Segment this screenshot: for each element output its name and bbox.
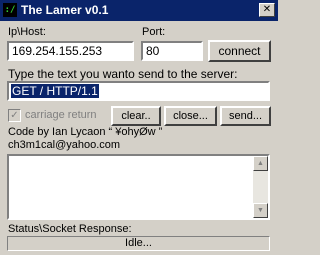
response-scrollbar[interactable]: ▲ ▼ <box>253 156 268 218</box>
close-icon[interactable]: ✕ <box>259 3 275 17</box>
window-titlebar[interactable]: :/ The Lamer v0.1 ✕ <box>0 0 278 21</box>
credits-line-2: ch3m1cal@yahoo.com <box>8 139 121 151</box>
send-prompt-label: Type the text you wanto send to the serv… <box>8 67 238 81</box>
port-field[interactable] <box>141 41 203 61</box>
status-bar: Idle... <box>7 236 270 251</box>
send-button[interactable]: send... <box>220 106 271 126</box>
port-label: Port: <box>142 26 166 38</box>
clear-button[interactable]: clear.. <box>111 106 161 126</box>
credits-line-1: Code by Ian Lycaon “ ¥ohyØw ” <box>8 126 163 138</box>
connect-button[interactable]: connect <box>208 40 271 62</box>
app-icon[interactable]: :/ <box>3 3 17 17</box>
send-text-value: GET / HTTP/1.1 <box>11 84 99 98</box>
carriage-return-label: carriage return <box>25 109 97 121</box>
status-text: Idle... <box>125 237 152 249</box>
close-button[interactable]: close... <box>164 106 217 126</box>
response-memo[interactable]: ▲ ▼ <box>7 154 270 220</box>
send-text-field[interactable]: GET / HTTP/1.1 <box>7 81 270 101</box>
check-icon[interactable]: ✓ <box>8 109 21 122</box>
host-field[interactable] <box>7 41 134 61</box>
scroll-down-icon[interactable]: ▼ <box>253 203 268 218</box>
response-label: Status\Socket Response: <box>8 223 132 235</box>
window-title: The Lamer v0.1 <box>21 3 109 17</box>
host-label: Ip\Host: <box>8 26 46 38</box>
scroll-up-icon[interactable]: ▲ <box>253 156 268 171</box>
